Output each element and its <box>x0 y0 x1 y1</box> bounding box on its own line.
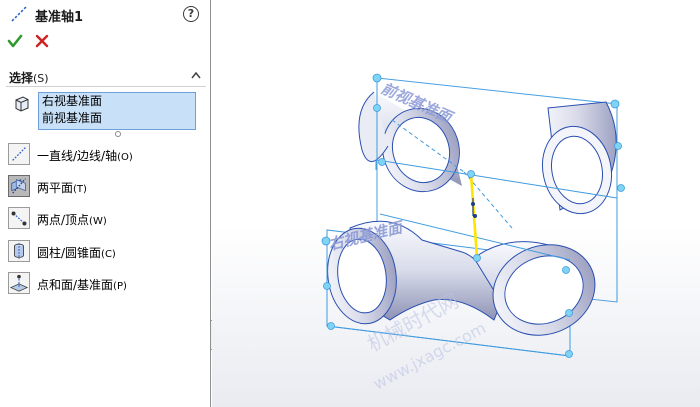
selection-item-right-plane[interactable]: 右视基准面 <box>39 93 195 110</box>
feature-title: 基准轴1 <box>35 10 84 25</box>
option-label: 两平面 <box>37 181 74 195</box>
option-label: 点和面/基准面 <box>37 278 114 292</box>
list-resize-handle[interactable] <box>115 131 121 137</box>
option-label: 两点/顶点 <box>37 213 90 227</box>
two-planes-icon <box>8 175 30 197</box>
selection-group-header[interactable]: 选择(S) <box>0 66 211 86</box>
ok-check-icon[interactable] <box>7 33 23 49</box>
reference-axis-icon <box>11 6 27 22</box>
option-label: 一直线/边线/轴 <box>37 149 118 163</box>
cylinder-cone-face-icon <box>8 240 30 262</box>
model-view: 前视基准面 右视基准面 机械时代网 www.jxagc.com <box>321 73 625 394</box>
line-edge-axis-icon <box>8 143 30 165</box>
selection-item-front-plane[interactable]: 前视基准面 <box>39 110 195 127</box>
cancel-x-icon[interactable] <box>34 33 50 49</box>
tube-front-right <box>473 241 596 336</box>
property-manager-panel: 基准轴1 ? 选择(S) 右视基准面 前视基准面 一直线/边线/轴(O) 两平面… <box>0 0 211 407</box>
tube-back-right <box>542 101 617 215</box>
option-two-points[interactable]: 两点/顶点(W) <box>8 207 208 229</box>
option-two-planes[interactable]: 两平面(T) <box>8 175 208 197</box>
option-label: 圆柱/圆锥面 <box>37 246 102 260</box>
selection-list[interactable]: 右视基准面 前视基准面 <box>38 92 196 130</box>
selection-group-title: 选择(S) <box>9 71 49 85</box>
option-point-plane[interactable]: 点和面/基准面(P) <box>8 272 208 294</box>
graphics-area[interactable]: 前视基准面 右视基准面 机械时代网 www.jxagc.com <box>212 0 700 407</box>
panel-header: 基准轴1 ? <box>0 0 211 28</box>
point-plane-icon <box>8 272 30 294</box>
option-line-edge-axis[interactable]: 一直线/边线/轴(O) <box>8 143 208 165</box>
group-divider <box>6 86 206 87</box>
two-points-icon <box>8 207 30 229</box>
selection-face-icon <box>15 96 29 112</box>
help-button[interactable]: ? <box>183 6 199 22</box>
option-cylinder-cone-face[interactable]: 圆柱/圆锥面(C) <box>8 240 208 262</box>
chevron-up-icon[interactable] <box>191 71 201 79</box>
